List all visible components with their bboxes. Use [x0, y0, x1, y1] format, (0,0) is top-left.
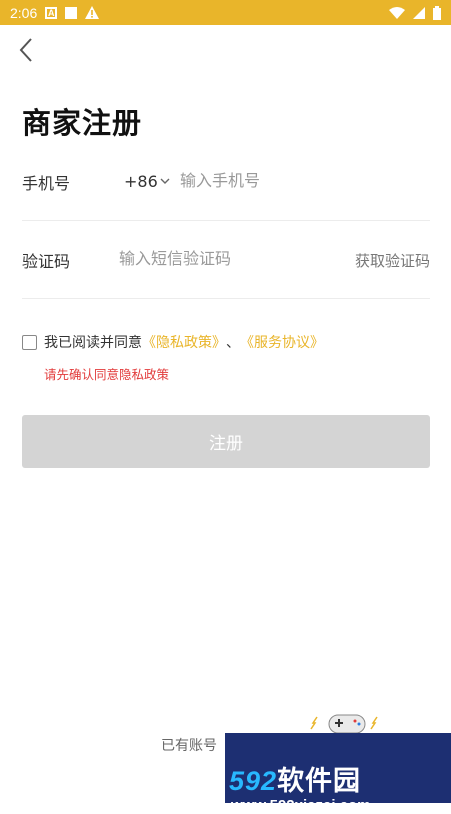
agreement-text: 我已阅读并同意	[44, 335, 142, 351]
status-time: 2:06	[10, 4, 38, 21]
signal-icon	[413, 6, 425, 19]
country-code-value: +86	[124, 172, 158, 191]
get-code-button[interactable]: 获取验证码	[355, 250, 430, 271]
code-label: 验证码	[22, 252, 71, 271]
phone-row: 手机号 +86	[22, 142, 430, 221]
agreement-error: 请先确认同意隐私政策	[44, 367, 170, 382]
phone-input[interactable]	[180, 164, 420, 196]
register-button[interactable]: 注册	[22, 415, 430, 468]
watermark-banner: 592软件园 www.592xiazai.com	[225, 733, 451, 814]
watermark-url: www.592xiazai.com	[231, 797, 371, 814]
chevron-down-icon	[160, 178, 170, 184]
agree-checkbox[interactable]	[22, 334, 37, 350]
agreement-separator: 、	[226, 335, 240, 351]
back-button[interactable]	[12, 34, 40, 66]
chevron-left-icon	[19, 38, 32, 62]
notification-square-icon	[65, 6, 78, 19]
warning-icon	[85, 6, 100, 19]
watermark-brand: 592软件园	[229, 766, 362, 796]
privacy-policy-link[interactable]: 《隐私政策》	[142, 332, 226, 352]
country-code-select[interactable]: +86	[124, 172, 170, 191]
has-account-text[interactable]: 已有账号	[161, 735, 217, 755]
status-bar: 2:06 A	[0, 0, 451, 25]
page-title: 商家注册	[22, 106, 143, 140]
service-agreement-link[interactable]: 《服务协议》	[240, 332, 324, 352]
battery-icon	[433, 5, 441, 20]
agreement-row: 我已阅读并同意 《隐私政策》 、 《服务协议》	[22, 332, 324, 352]
watermark-logo: 592软件园 www.592xiazai.com	[225, 713, 451, 814]
sms-code-input[interactable]	[119, 242, 339, 274]
wifi-icon	[389, 6, 405, 19]
code-row: 验证码 获取验证码	[22, 220, 430, 299]
phone-label: 手机号	[22, 174, 71, 193]
notification-icon: A	[45, 6, 58, 19]
